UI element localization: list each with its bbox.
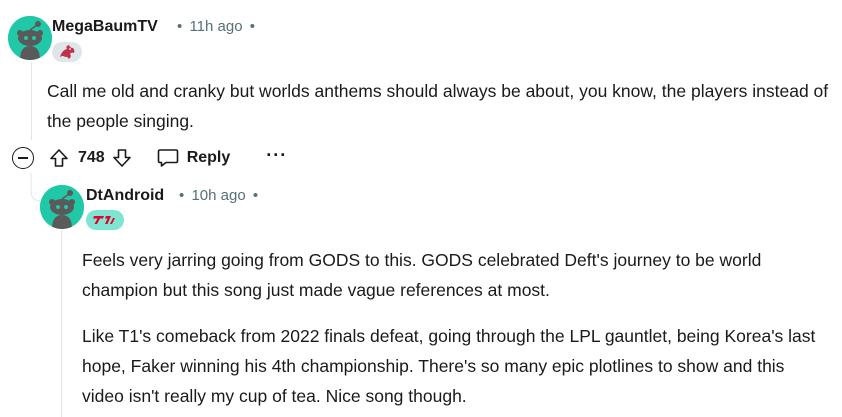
- dragon-flair-icon: [60, 45, 75, 59]
- meta-separator: •: [249, 18, 255, 35]
- reply-username[interactable]: DtAndroid: [86, 187, 164, 205]
- snoo-avatar-icon: [8, 16, 52, 60]
- meta-separator: •: [179, 187, 185, 204]
- collapse-button[interactable]: [12, 147, 34, 169]
- comment-time[interactable]: 11h ago: [189, 18, 242, 35]
- reply-label: Reply: [186, 149, 231, 166]
- comment-bubble-icon: [157, 149, 179, 167]
- comment-thread: MegaBaumTV • 11h ago • Call me old and c…: [0, 0, 842, 417]
- meta-separator: •: [252, 187, 259, 204]
- avatar[interactable]: [8, 16, 52, 60]
- downvote-icon[interactable]: [111, 147, 133, 169]
- thread-line-reply[interactable]: [61, 230, 62, 417]
- meta-separator: •: [177, 18, 183, 35]
- user-flair: [52, 42, 82, 62]
- t1-flair-icon: [93, 216, 115, 224]
- comment-username[interactable]: MegaBaumTV: [52, 18, 158, 36]
- minus-icon: [18, 157, 28, 159]
- reply-paragraph-2: Like T1's comeback from 2022 finals defe…: [82, 326, 816, 406]
- comment-body: Call me old and cranky but worlds anthem…: [47, 81, 829, 131]
- reply-user-flair: [86, 210, 124, 230]
- upvote-icon[interactable]: [48, 147, 70, 169]
- reply-meta: • 10h ago •: [176, 187, 261, 204]
- reply-avatar[interactable]: [40, 185, 84, 229]
- vote-score: 748: [78, 149, 105, 166]
- comment-meta: • 11h ago •: [174, 18, 258, 35]
- thread-line-main[interactable]: [31, 62, 32, 140]
- snoo-avatar-icon: [40, 185, 84, 229]
- reply-button[interactable]: Reply: [157, 148, 231, 168]
- reply-time[interactable]: 10h ago: [191, 187, 245, 204]
- comment-action-bar: 748 Reply ···: [12, 142, 287, 174]
- more-options-button[interactable]: ···: [266, 146, 287, 166]
- reply-paragraph-1: Feels very jarring going from GODS to th…: [82, 250, 762, 300]
